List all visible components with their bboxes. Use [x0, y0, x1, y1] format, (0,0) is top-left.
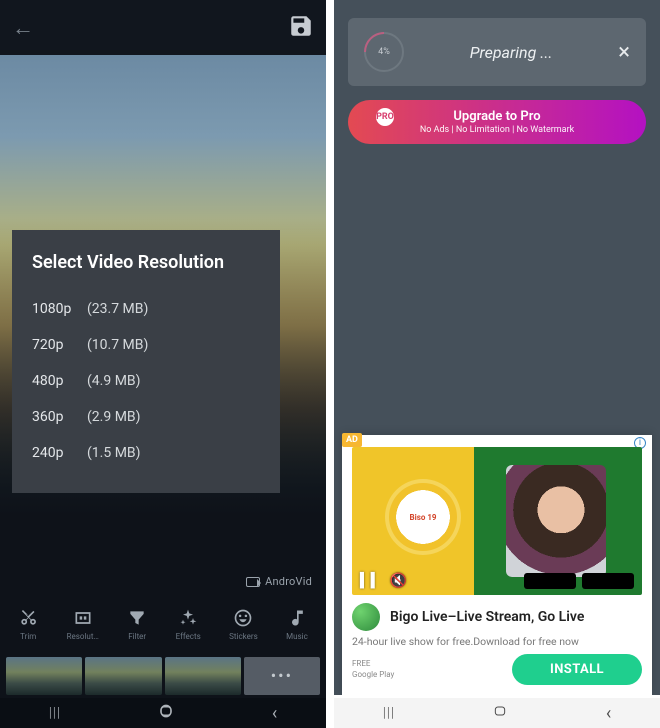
tool-label: Trim [20, 632, 36, 641]
close-icon[interactable]: × [618, 40, 630, 65]
ad-description: 24-hour live show for free.Download for … [352, 635, 642, 648]
ad-store-buttons [524, 573, 634, 589]
tool-filter[interactable]: Filter [127, 608, 147, 641]
tool-label: Filter [128, 632, 146, 641]
ad-meta-store: Google Play [352, 670, 394, 680]
dialog-title: Select Video Resolution [32, 252, 260, 273]
pause-icon[interactable]: ▍▍ [360, 573, 382, 589]
music-icon [287, 608, 307, 628]
res-label: 1080p [32, 301, 87, 317]
watermark-text: AndroVid [265, 575, 312, 588]
store-badge-icon [582, 573, 634, 589]
timeline-more[interactable]: ••• [244, 657, 320, 695]
tool-resolution[interactable]: Resolut… [67, 608, 99, 641]
res-label: 240p [32, 445, 87, 461]
nav-home-icon[interactable] [492, 703, 508, 723]
screen-separator [326, 0, 334, 728]
ad-person-photo [506, 465, 606, 577]
camera-icon [246, 577, 260, 587]
res-label: 720p [32, 337, 87, 353]
tool-label: Music [286, 632, 308, 641]
timeline-clip[interactable] [85, 657, 161, 695]
tool-label: Effects [176, 632, 201, 641]
res-option-720p[interactable]: 720p (10.7 MB) [32, 327, 260, 363]
nav-home-icon[interactable] [158, 703, 174, 723]
save-icon[interactable] [288, 13, 314, 43]
ad-title: Bigo Live–Live Stream, Go Live [390, 609, 584, 625]
store-badge-icon [524, 573, 576, 589]
upgrade-title: Upgrade to Pro [453, 109, 540, 124]
android-navbar: ||| ‹ [334, 698, 660, 728]
progress-ring-icon: 4% [364, 32, 404, 72]
res-size: (23.7 MB) [87, 301, 148, 317]
app-watermark: AndroVid [246, 575, 312, 588]
tool-effects[interactable]: Effects [176, 608, 201, 641]
edit-toolbar: Trim Resolut… Filter Effects Stickers Mu… [0, 595, 326, 653]
progress-percent: 4% [378, 47, 390, 57]
res-option-360p[interactable]: 360p (2.9 MB) [32, 399, 260, 435]
pro-badge-icon: PRO [376, 108, 394, 126]
res-option-480p[interactable]: 480p (4.9 MB) [32, 363, 260, 399]
android-navbar: ||| ‹ [0, 698, 326, 728]
ad-player-controls: ▍▍ 🔇 [360, 573, 407, 589]
filter-icon [127, 608, 147, 628]
res-size: (10.7 MB) [87, 337, 148, 353]
ad-title-row: Bigo Live–Live Stream, Go Live [352, 603, 642, 631]
left-screen: ← AndroVid Select Video Resolution 1080p… [0, 0, 326, 728]
right-screen: 4% Preparing ... × PRO Upgrade to Pro No… [334, 0, 660, 728]
tool-label: Resolut… [67, 632, 99, 641]
effects-icon [178, 608, 198, 628]
ad-round-badge: Biso 19 [385, 479, 461, 555]
nav-recent-icon[interactable]: ||| [383, 705, 395, 721]
timeline-clip[interactable] [165, 657, 241, 695]
resolution-dialog: Select Video Resolution 1080p (23.7 MB) … [12, 230, 280, 493]
mute-icon[interactable]: 🔇 [390, 573, 407, 589]
res-size: (4.9 MB) [87, 373, 141, 389]
res-size: (2.9 MB) [87, 409, 141, 425]
ad-card: AD i Biso 19 ▍▍ 🔇 Bigo Live–Live Stream,… [342, 435, 652, 695]
upgrade-pro-button[interactable]: PRO Upgrade to Pro No Ads | No Limitatio… [348, 100, 646, 144]
ad-tag-icon: AD [342, 433, 362, 447]
install-button[interactable]: INSTALL [512, 654, 642, 685]
preparing-label: Preparing ... [404, 43, 618, 62]
ad-meta-free: FREE [352, 659, 394, 669]
ad-creative-image[interactable]: Biso 19 ▍▍ 🔇 [352, 447, 642, 595]
tool-stickers[interactable]: Stickers [229, 608, 258, 641]
res-label: 360p [32, 409, 87, 425]
upgrade-subtitle: No Ads | No Limitation | No Watermark [420, 125, 574, 135]
nav-back-icon[interactable]: ‹ [606, 703, 611, 724]
nav-back-icon[interactable]: ‹ [272, 703, 277, 724]
res-size: (1.5 MB) [87, 445, 141, 461]
scissors-icon [18, 608, 38, 628]
res-option-240p[interactable]: 240p (1.5 MB) [32, 435, 260, 471]
left-topbar: ← [0, 0, 326, 55]
back-arrow-icon[interactable]: ← [12, 15, 34, 41]
smile-icon [233, 608, 253, 628]
tool-trim[interactable]: Trim [18, 608, 38, 641]
tool-music[interactable]: Music [286, 608, 308, 641]
ad-meta: FREE Google Play [352, 659, 394, 680]
ad-app-logo-icon [352, 603, 380, 631]
res-label: 480p [32, 373, 87, 389]
timeline[interactable]: ••• [0, 653, 326, 698]
tool-label: Stickers [229, 632, 258, 641]
nav-recent-icon[interactable]: ||| [49, 705, 61, 721]
resolution-icon [73, 608, 93, 628]
preparing-card: 4% Preparing ... × [348, 18, 646, 86]
res-option-1080p[interactable]: 1080p (23.7 MB) [32, 291, 260, 327]
timeline-clip[interactable] [6, 657, 82, 695]
